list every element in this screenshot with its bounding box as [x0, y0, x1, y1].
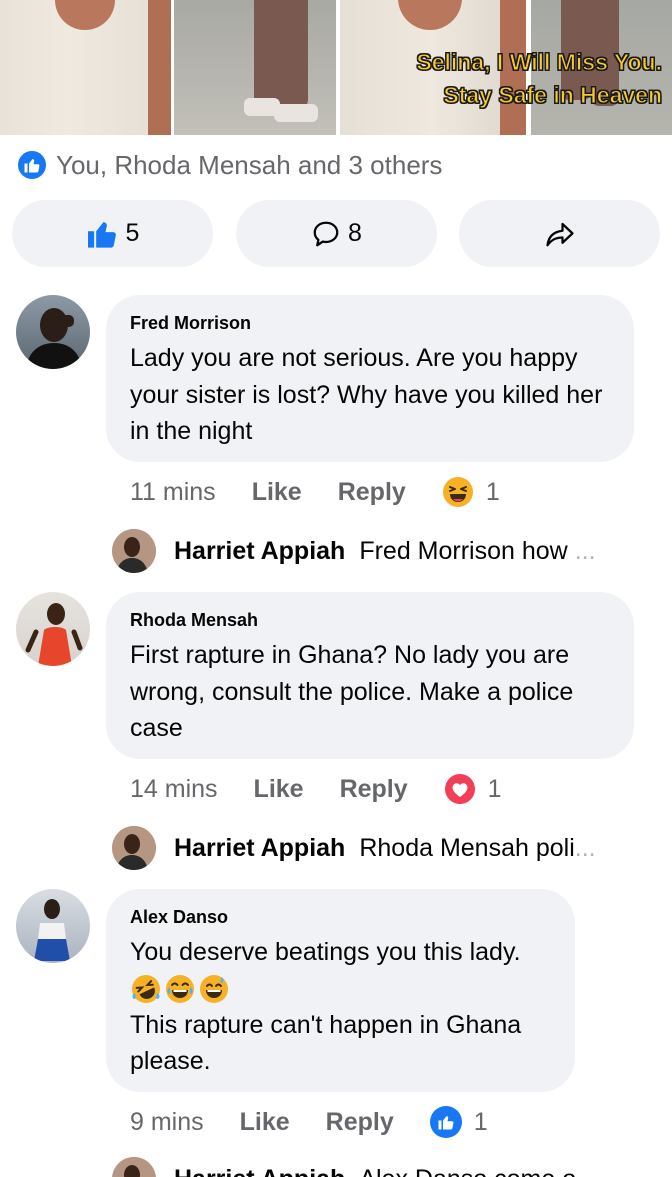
comment-reaction-count: 1: [487, 774, 502, 803]
comment-reply-button[interactable]: Reply: [326, 1108, 394, 1137]
share-button[interactable]: [459, 200, 660, 267]
photo-caption: Selina, I Will Miss You. Stay Safe in He…: [416, 46, 663, 112]
reply-author[interactable]: Harriet Appiah: [174, 834, 345, 863]
like-reaction-icon: [16, 149, 48, 181]
comment-meta: 9 mins Like Reply 1: [130, 1106, 488, 1138]
crying-laughing-emoji-icon: [166, 974, 194, 1003]
post-photo-strip[interactable]: Selina, I Will Miss You. Stay Safe in He…: [0, 0, 672, 135]
comment-count: 8: [348, 219, 362, 247]
comment-meta: 14 mins Like Reply 1: [130, 773, 502, 805]
rolling-laughing-emoji-icon: [132, 974, 160, 1003]
comment-bubble[interactable]: Fred Morrison Lady you are not serious. …: [106, 295, 634, 462]
reply-text: Alex Danso come o: [359, 1165, 576, 1177]
comment-text: First rapture in Ghana? No lady you are …: [130, 641, 574, 742]
photo-caption-line-1: Selina, I Will Miss You.: [416, 49, 663, 76]
comment-reaction-count: 1: [473, 1107, 488, 1136]
grinning-sweat-emoji-icon: [200, 974, 228, 1003]
reply-preview[interactable]: Harriet Appiah Fred Morrison how ...: [112, 528, 596, 574]
avatar[interactable]: [112, 826, 156, 870]
like-button[interactable]: 5: [12, 200, 213, 267]
comment-text-line-1: You deserve beatings you this lady.: [130, 938, 521, 966]
reply-text: Fred Morrison how: [359, 536, 568, 565]
avatar[interactable]: [16, 295, 90, 369]
comment-reply-button[interactable]: Reply: [338, 478, 406, 507]
comment-text-line-2: This rapture can't happen in Ghana pleas…: [130, 1010, 522, 1076]
comment-bubble[interactable]: Alex Danso You deserve beatings you this…: [106, 889, 575, 1092]
avatar[interactable]: [16, 592, 90, 666]
thumbs-up-icon: [87, 221, 116, 248]
share-arrow-icon: [545, 222, 574, 246]
comment-reply-button[interactable]: Reply: [340, 775, 408, 804]
reply-preview[interactable]: Harriet Appiah Alex Danso come o: [112, 1156, 576, 1177]
love-heart-icon[interactable]: [444, 773, 476, 805]
photo-sandal-right: [274, 104, 318, 122]
reply-ellipsis: ...: [574, 536, 596, 565]
post-action-bar: 5 8: [12, 200, 660, 267]
like-count: 5: [125, 219, 140, 247]
comment-author[interactable]: Alex Danso: [130, 906, 551, 928]
reply-text: Rhoda Mensah poli: [359, 833, 575, 862]
comment-button[interactable]: 8: [235, 200, 437, 267]
photo-caption-line-2: Stay Safe in Heaven: [443, 82, 663, 109]
reply-author[interactable]: Harriet Appiah: [174, 1165, 345, 1177]
comment-time[interactable]: 11 mins: [130, 478, 216, 507]
photo-arm: [148, 0, 171, 135]
comment-author[interactable]: Rhoda Mensah: [130, 609, 610, 631]
haha-emoji-icon[interactable]: [442, 476, 474, 508]
photo-neck: [55, 0, 115, 30]
reaction-summary[interactable]: You, Rhoda Mensah and 3 others: [16, 149, 443, 181]
comment-time[interactable]: 9 mins: [130, 1108, 204, 1137]
reply-ellipsis: ...: [574, 833, 596, 862]
photo-neck: [398, 0, 462, 30]
comment-like-button[interactable]: Like: [252, 478, 302, 507]
post-photo-2[interactable]: [174, 0, 336, 135]
comment-author[interactable]: Fred Morrison: [130, 312, 610, 334]
comment-bubble-icon: [313, 221, 339, 246]
comment-reaction-count: 1: [485, 477, 500, 506]
avatar[interactable]: [16, 889, 90, 963]
comment-time[interactable]: 14 mins: [130, 775, 218, 804]
post-photo-1[interactable]: [0, 0, 171, 135]
like-reaction-icon[interactable]: [429, 1106, 462, 1138]
comment-bubble[interactable]: Rhoda Mensah First rapture in Ghana? No …: [106, 592, 634, 759]
reply-preview[interactable]: Harriet Appiah Rhoda Mensah poli ...: [112, 825, 596, 871]
photo-leg-right: [280, 0, 308, 108]
comment-text: Lady you are not serious. Are you happy …: [130, 344, 603, 445]
avatar[interactable]: [112, 1157, 156, 1177]
avatar[interactable]: [112, 529, 156, 573]
comment-emoji-row: [130, 971, 551, 1007]
reaction-summary-text: You, Rhoda Mensah and 3 others: [56, 149, 443, 180]
comment-meta: 11 mins Like Reply 1: [130, 476, 500, 508]
comment-like-button[interactable]: Like: [240, 1108, 290, 1137]
reply-author[interactable]: Harriet Appiah: [174, 537, 345, 566]
comment-like-button[interactable]: Like: [254, 775, 304, 804]
